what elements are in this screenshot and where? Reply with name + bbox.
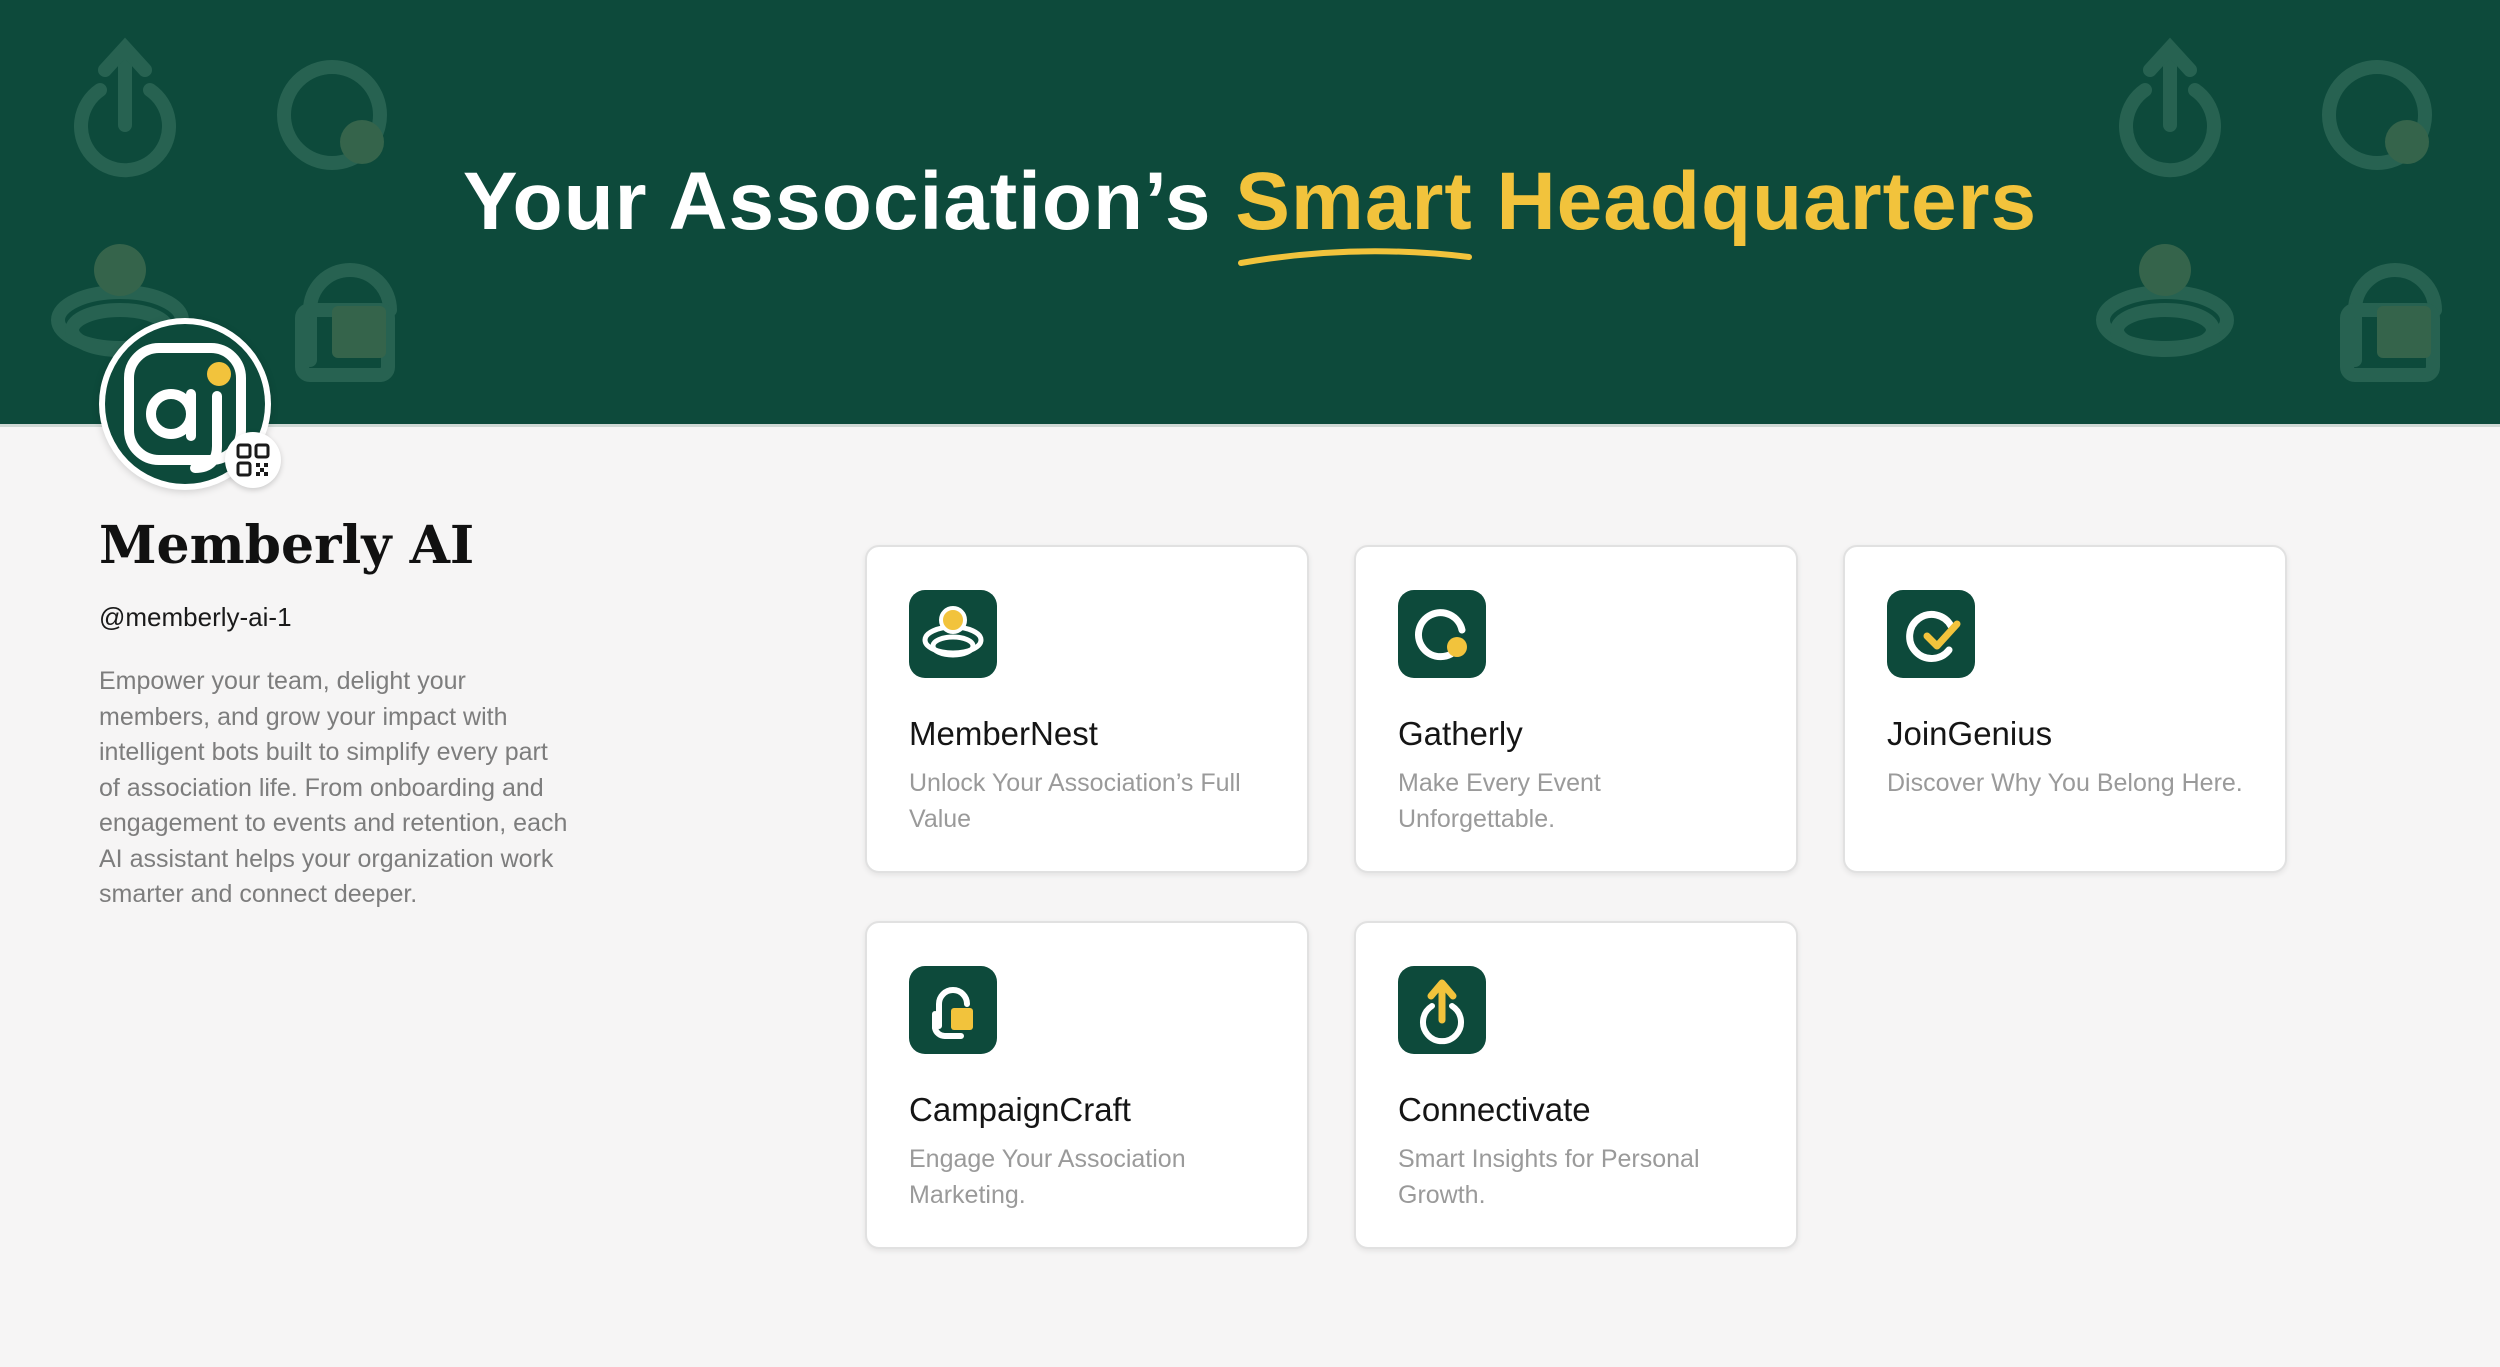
bot-card-connectivate[interactable]: Connectivate Smart Insights for Personal… — [1354, 921, 1798, 1249]
arrow-power-icon — [1420, 979, 1464, 1045]
headline-text-part1: Your Association’s — [462, 156, 1236, 247]
bot-title: MemberNest — [909, 715, 1098, 752]
profile-description: Empower your team, delight your members,… — [99, 667, 568, 908]
event-ring-icon — [1415, 609, 1467, 661]
qr-code-button[interactable] — [225, 432, 281, 488]
bot-subtitle: Discover Why You Belong Here. — [1887, 769, 2243, 797]
bot-card-gatherly[interactable]: Gatherly Make Every Event Unforgettable. — [1354, 545, 1798, 873]
unlock-icon — [932, 987, 973, 1039]
bot-title: Connectivate — [1398, 1091, 1591, 1128]
bot-subtitle: Make Every Event Unforgettable. — [1398, 769, 1601, 833]
bot-subtitle: Smart Insights for Personal Growth. — [1398, 1145, 1700, 1209]
bot-icon-tile — [1398, 966, 1486, 1054]
bot-icon-tile — [1398, 590, 1486, 678]
bot-title: JoinGenius — [1887, 715, 2053, 752]
bot-icon-tile — [909, 590, 997, 678]
bot-card-joingenius[interactable]: JoinGenius Discover Why You Belong Here. — [1843, 545, 2287, 873]
bot-subtitle: Engage Your Association Marketing. — [909, 1145, 1186, 1209]
bot-icon-tile — [1887, 590, 1975, 678]
headline-text-part2: Headquarters — [1472, 156, 2038, 247]
bot-title: Gatherly — [1398, 715, 1523, 752]
bot-icon-tile — [909, 966, 997, 1054]
banner-divider — [0, 424, 2500, 427]
bot-card-campaigncraft[interactable]: CampaignCraft Engage Your Association Ma… — [865, 921, 1309, 1249]
bot-title: CampaignCraft — [909, 1091, 1131, 1128]
member-ring-icon — [922, 606, 984, 658]
smart-underline-icon — [1238, 248, 1473, 266]
qr-code-icon — [236, 443, 270, 477]
check-ring-icon — [1906, 610, 1961, 662]
profile-handle: @memberly-ai-1 — [99, 602, 292, 632]
banner-headline: Your Association’s Smart Headquarters — [0, 155, 2500, 266]
header-banner: Your Association’s Smart Headquarters — [0, 0, 2500, 426]
headline-text-smart: Smart — [1235, 156, 1473, 247]
bot-card-membernest[interactable]: MemberNest Unlock Your Association’s Ful… — [865, 545, 1309, 873]
bot-subtitle: Unlock Your Association’s Full Value — [909, 769, 1241, 833]
profile-name: Memberly AI — [99, 515, 475, 576]
headline-smart-wrap: Smart — [1235, 155, 1473, 266]
